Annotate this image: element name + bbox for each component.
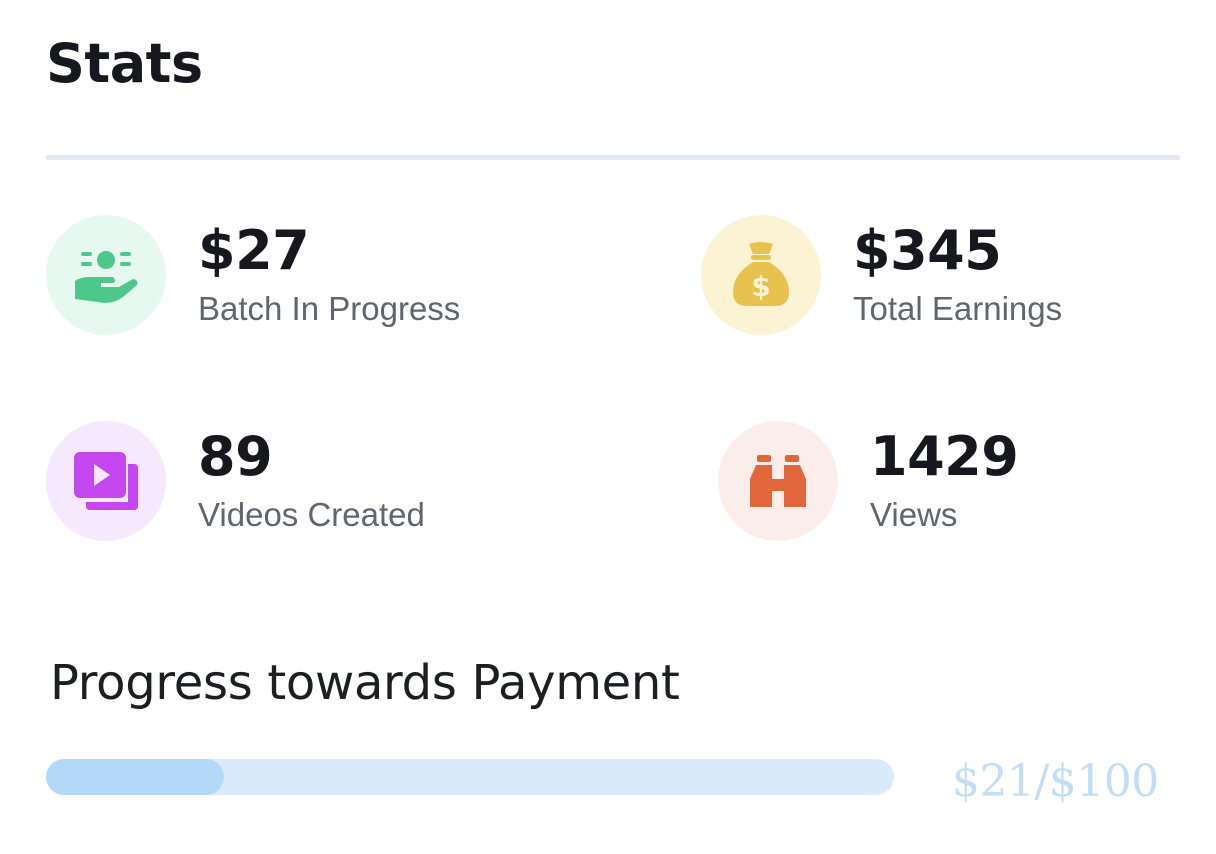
stat-total-earnings: $ $345 Total Earnings xyxy=(701,215,1062,335)
payment-progress-bar xyxy=(46,759,894,795)
money-bag-icon: $ xyxy=(701,215,821,335)
progress-amount: $21/$100 xyxy=(952,756,1159,807)
payment-progress-fill xyxy=(46,759,225,795)
stat-label: Videos Created xyxy=(198,496,425,533)
stats-card: Stats $27 Batch In Progress $ $345 Total… xyxy=(0,0,1216,854)
stat-value: 1429 xyxy=(870,425,1019,488)
hand-cash-icon xyxy=(46,215,166,335)
stat-videos-created: 89 Videos Created xyxy=(46,421,425,541)
stat-value: $345 xyxy=(853,219,1002,282)
stat-label: Views xyxy=(870,496,958,533)
video-library-icon xyxy=(46,421,166,541)
stat-batch-in-progress: $27 Batch In Progress xyxy=(46,215,460,335)
stat-label: Total Earnings xyxy=(853,290,1063,327)
svg-text:$: $ xyxy=(751,270,770,303)
stat-value: $27 xyxy=(198,219,310,282)
progress-title: Progress towards Payment xyxy=(50,655,680,711)
stat-views: 1429 Views xyxy=(718,421,1019,541)
page-title: Stats xyxy=(46,32,203,95)
binoculars-icon xyxy=(718,421,838,541)
stat-label: Batch In Progress xyxy=(198,290,461,327)
stat-value: 89 xyxy=(198,425,273,488)
divider xyxy=(46,155,1180,160)
